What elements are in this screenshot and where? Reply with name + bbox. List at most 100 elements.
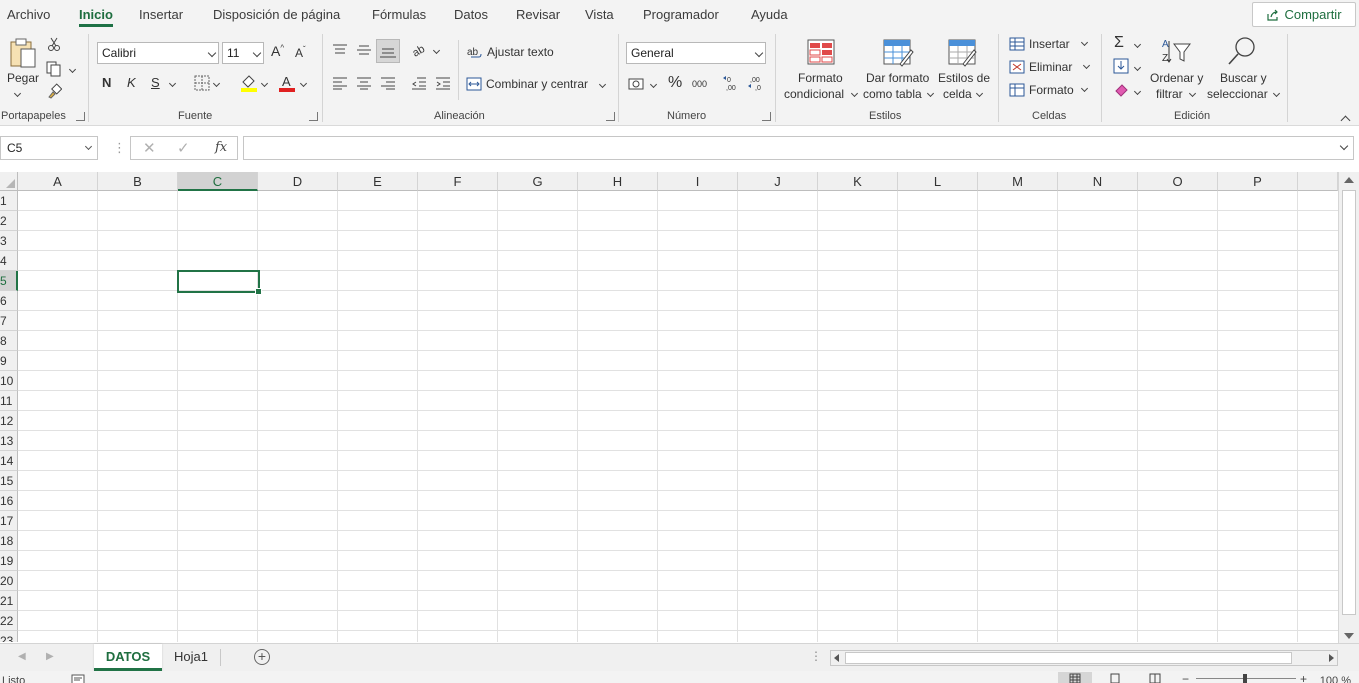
prev-sheet-icon[interactable]: ◀ bbox=[18, 651, 26, 662]
row-header[interactable]: 23 bbox=[0, 631, 18, 642]
insert-cells-button[interactable]: Insertar bbox=[1009, 36, 1088, 52]
fill-chevron-icon[interactable] bbox=[1131, 61, 1142, 75]
row-header[interactable]: 4 bbox=[0, 251, 18, 271]
orientation-icon[interactable]: ab bbox=[411, 42, 429, 58]
clear-icon[interactable] bbox=[1113, 82, 1129, 98]
row-header[interactable]: 17 bbox=[0, 511, 18, 531]
vertical-scroll-thumb[interactable] bbox=[1342, 190, 1356, 615]
column-header-partial[interactable] bbox=[1298, 172, 1338, 191]
percent-style-button[interactable]: % bbox=[668, 74, 682, 92]
conditional-format-button[interactable]: Formato condicional bbox=[784, 36, 859, 102]
tab-vista[interactable]: Vista bbox=[585, 7, 614, 22]
accounting-dropdown-chevron-icon[interactable] bbox=[647, 78, 658, 92]
row-header[interactable]: 11 bbox=[0, 391, 18, 411]
column-header[interactable]: N bbox=[1058, 172, 1138, 191]
horizontal-scroll-thumb[interactable] bbox=[845, 652, 1292, 664]
collapse-ribbon-chevron-icon[interactable] bbox=[1340, 115, 1351, 126]
cancel-edit-icon[interactable]: ✕ bbox=[143, 139, 156, 157]
format-cells-button[interactable]: Formato bbox=[1009, 82, 1088, 98]
name-box-chevron-icon[interactable] bbox=[84, 142, 93, 151]
column-header[interactable]: J bbox=[738, 172, 818, 191]
insert-function-button[interactable]: fx bbox=[215, 140, 227, 155]
alignment-launcher-icon[interactable] bbox=[606, 112, 615, 121]
decrease-decimal-icon[interactable]: ,00,0 bbox=[747, 74, 765, 92]
font-launcher-icon[interactable] bbox=[309, 112, 318, 121]
orientation-dropdown-chevron-icon[interactable] bbox=[430, 44, 441, 58]
row-header[interactable]: 7 bbox=[0, 311, 18, 331]
add-sheet-icon[interactable]: + bbox=[254, 649, 270, 665]
align-right-icon[interactable] bbox=[380, 76, 396, 90]
font-size-select[interactable]: 11 bbox=[222, 42, 264, 64]
decrease-font-size-icon[interactable]: Aˇ bbox=[295, 45, 306, 60]
align-top-icon[interactable] bbox=[332, 43, 348, 57]
scroll-right-icon[interactable] bbox=[1329, 654, 1334, 662]
formula-input[interactable] bbox=[243, 136, 1354, 160]
tab-datos[interactable]: Datos bbox=[454, 7, 488, 22]
column-header[interactable]: P bbox=[1218, 172, 1298, 191]
font-name-select[interactable]: Calibri bbox=[97, 42, 219, 64]
delete-cells-button[interactable]: Eliminar bbox=[1009, 59, 1091, 75]
tab-split-grip-icon[interactable]: ⋮ bbox=[810, 649, 822, 663]
thousands-separator-button[interactable]: 000 bbox=[692, 79, 707, 89]
italic-button[interactable]: K bbox=[127, 75, 136, 90]
column-header[interactable]: L bbox=[898, 172, 978, 191]
row-header[interactable]: 13 bbox=[0, 431, 18, 451]
cell-area[interactable] bbox=[18, 191, 1338, 642]
scroll-left-icon[interactable] bbox=[834, 654, 839, 662]
clipboard-launcher-icon[interactable] bbox=[76, 112, 85, 121]
fill-color-dropdown-chevron-icon[interactable] bbox=[258, 77, 269, 91]
sheet-tab-hoja1[interactable]: Hoja1 bbox=[162, 644, 220, 671]
sort-filter-button[interactable]: A Z Ordenar y filtrar bbox=[1148, 36, 1206, 102]
font-color-icon[interactable]: A bbox=[278, 74, 296, 92]
column-header[interactable]: E bbox=[338, 172, 418, 191]
find-select-button[interactable]: Buscar y seleccionar bbox=[1206, 36, 1281, 102]
row-header[interactable]: 5 bbox=[0, 271, 18, 291]
row-header[interactable]: 22 bbox=[0, 611, 18, 631]
column-header[interactable]: M bbox=[978, 172, 1058, 191]
borders-dropdown-chevron-icon[interactable] bbox=[210, 77, 221, 91]
align-left-icon[interactable] bbox=[332, 76, 348, 90]
number-format-select[interactable]: General bbox=[626, 42, 766, 64]
wrap-text-button[interactable]: ab Ajustar texto bbox=[467, 44, 554, 60]
number-launcher-icon[interactable] bbox=[762, 112, 771, 121]
copy-icon[interactable] bbox=[46, 61, 62, 77]
confirm-edit-icon[interactable]: ✓ bbox=[177, 139, 190, 157]
column-header[interactable]: F bbox=[418, 172, 498, 191]
scroll-down-icon[interactable] bbox=[1344, 633, 1354, 639]
tab-inicio[interactable]: Inicio bbox=[79, 7, 113, 27]
formula-bar-grip-icon[interactable]: ⋮ bbox=[113, 140, 126, 156]
row-header[interactable]: 6 bbox=[0, 291, 18, 311]
zoom-level[interactable]: 100 % bbox=[1320, 675, 1351, 683]
underline-dropdown-chevron-icon[interactable] bbox=[166, 77, 177, 91]
row-header[interactable]: 2 bbox=[0, 211, 18, 231]
tab-ayuda[interactable]: Ayuda bbox=[751, 7, 788, 22]
merge-center-button[interactable]: Combinar y centrar bbox=[466, 76, 588, 92]
row-header[interactable]: 9 bbox=[0, 351, 18, 371]
row-header[interactable]: 16 bbox=[0, 491, 18, 511]
increase-decimal-icon[interactable]: 0,00 bbox=[722, 74, 740, 92]
normal-view-button[interactable] bbox=[1058, 672, 1092, 683]
bold-button[interactable]: N bbox=[102, 75, 111, 90]
zoom-out-icon[interactable]: − bbox=[1182, 672, 1189, 683]
page-layout-view-button[interactable] bbox=[1098, 672, 1132, 683]
clear-chevron-icon[interactable] bbox=[1131, 85, 1142, 99]
align-center-icon[interactable] bbox=[356, 76, 372, 90]
cell-styles-button[interactable]: Estilos de celda bbox=[937, 36, 991, 102]
row-header[interactable]: 3 bbox=[0, 231, 18, 251]
zoom-in-icon[interactable]: + bbox=[1300, 672, 1307, 683]
column-header[interactable]: O bbox=[1138, 172, 1218, 191]
format-painter-icon[interactable] bbox=[46, 83, 62, 99]
tab-archivo[interactable]: Archivo bbox=[7, 7, 50, 22]
name-box[interactable]: C5 bbox=[0, 136, 98, 160]
column-header[interactable]: I bbox=[658, 172, 738, 191]
zoom-slider-thumb[interactable] bbox=[1243, 674, 1247, 683]
copy-dropdown-chevron-icon[interactable] bbox=[66, 63, 77, 77]
autosum-icon[interactable]: Σ bbox=[1114, 34, 1124, 52]
sheet-tab-datos[interactable]: DATOS bbox=[94, 644, 162, 671]
row-header[interactable]: 18 bbox=[0, 531, 18, 551]
share-button[interactable]: Compartir bbox=[1252, 2, 1356, 27]
paste-dropdown-chevron-icon[interactable] bbox=[13, 87, 23, 98]
next-sheet-icon[interactable]: ▶ bbox=[46, 651, 54, 662]
horizontal-scrollbar[interactable] bbox=[830, 650, 1338, 666]
fill-color-icon[interactable] bbox=[240, 74, 258, 92]
